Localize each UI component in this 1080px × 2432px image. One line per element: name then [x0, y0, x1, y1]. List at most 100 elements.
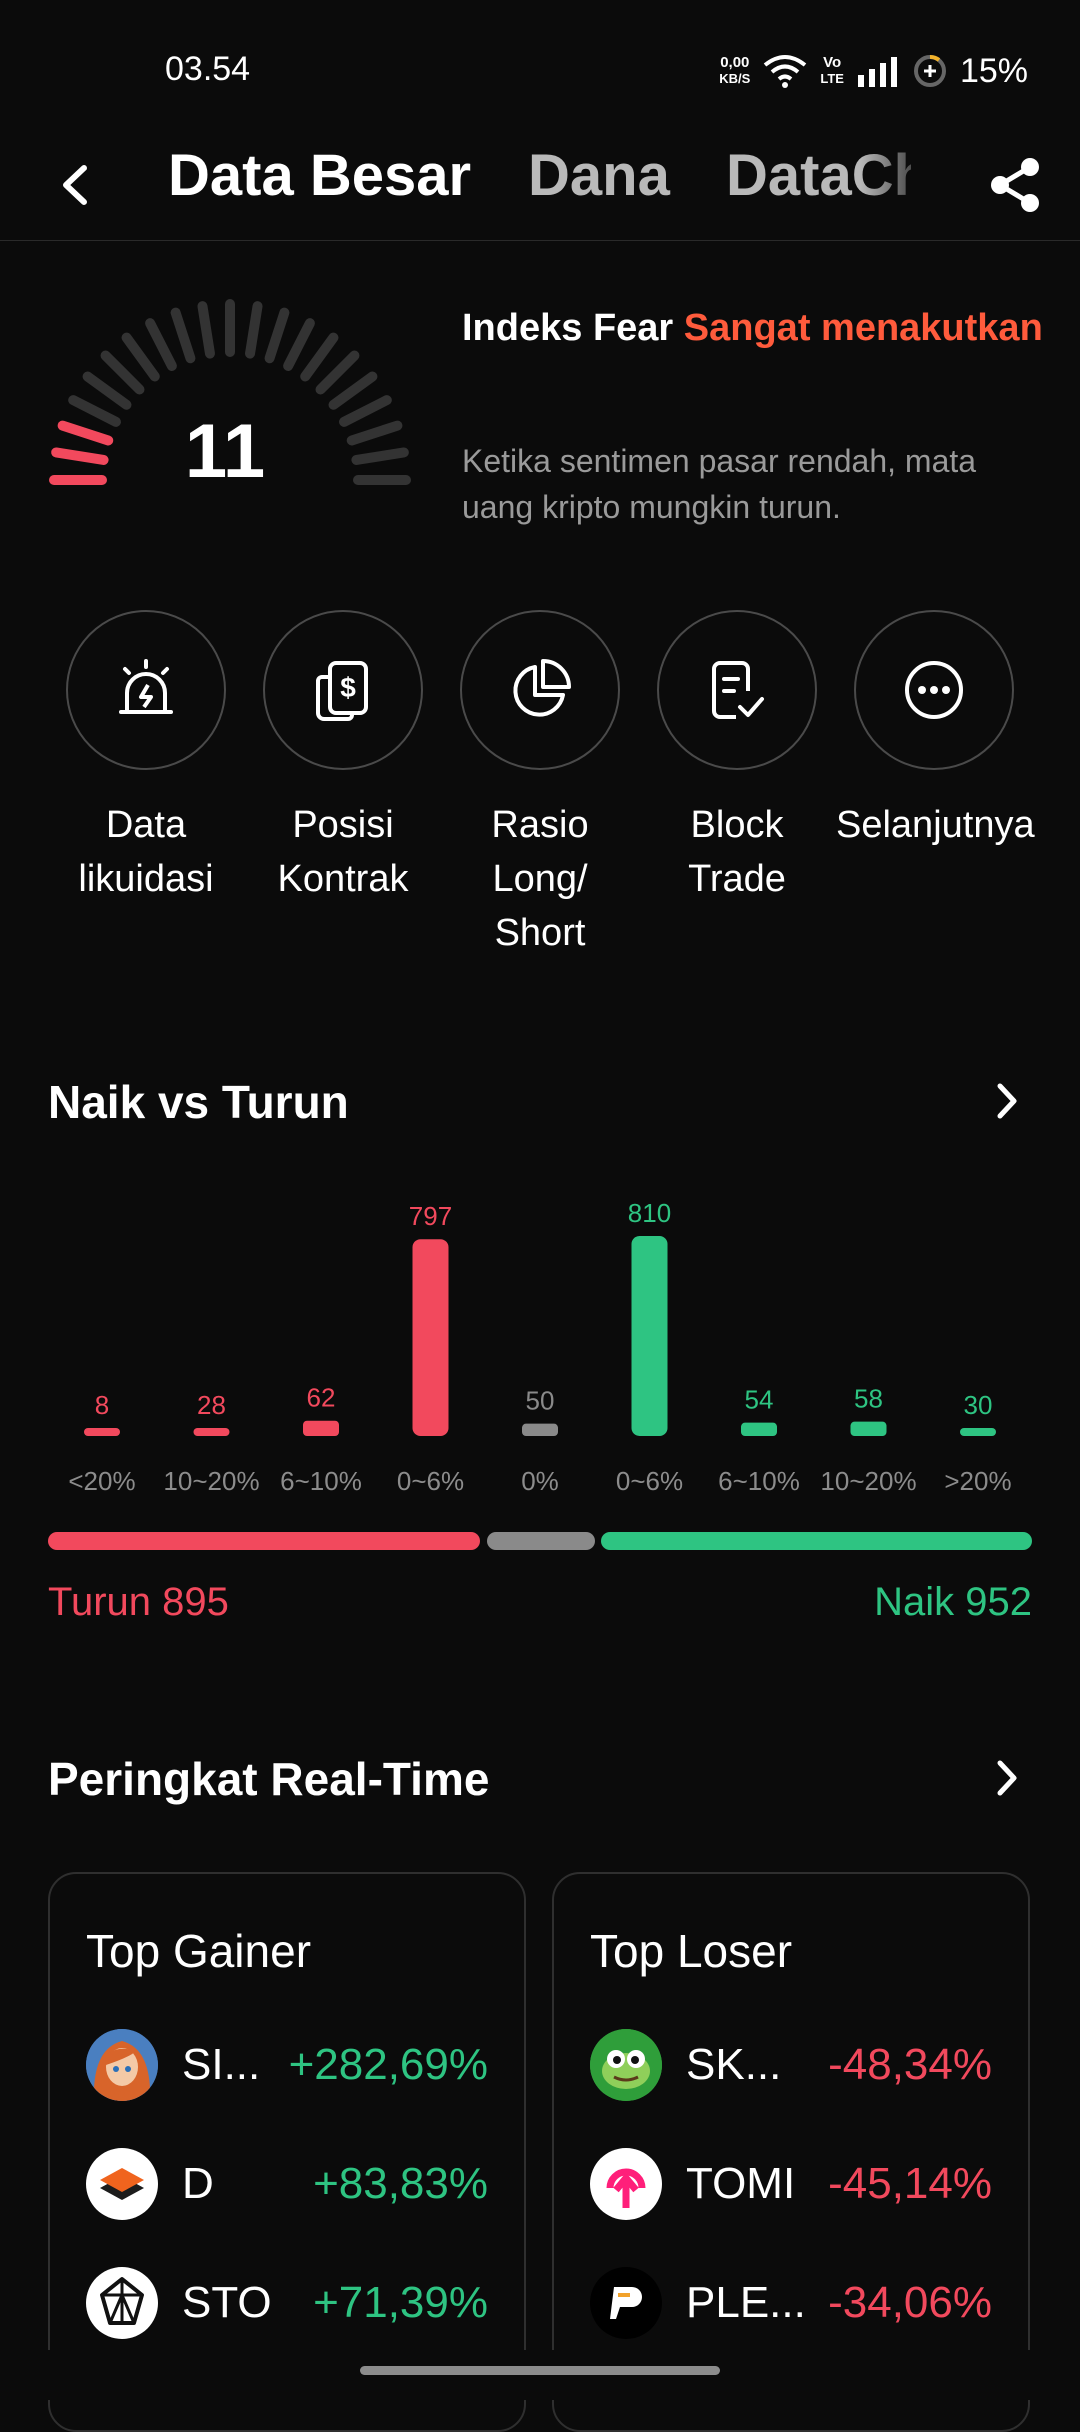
bar: [193, 1428, 230, 1436]
loser-change: -34,06%: [828, 2278, 992, 2327]
shortcut-label: Rasio Long/ Short: [491, 804, 589, 954]
shortcut-circle: $: [263, 610, 423, 770]
bar-value-label: 50: [526, 1386, 555, 1416]
gainer-change: +71,39%: [313, 2278, 488, 2327]
shortcut-long-short-ratio[interactable]: Rasio Long/ Short: [442, 610, 638, 960]
bar-category-label: 6~10%: [280, 1466, 362, 1496]
tomi-logo-icon: [590, 2148, 662, 2220]
gauge-segment: [328, 371, 378, 410]
fear-index-description: Ketika sentimen pasar rendah, mata uang …: [462, 443, 977, 525]
bar-value-label: 58: [854, 1384, 883, 1414]
network-speed-unit: KB/S: [719, 71, 751, 86]
bar-value-label: 28: [197, 1390, 226, 1420]
shortcut-label: Block Trade: [688, 804, 786, 900]
split-bar-flat: [487, 1532, 595, 1550]
volte-icon: Vo LTE: [820, 55, 844, 87]
tab-dana[interactable]: Dana: [528, 142, 670, 209]
bar-category-label: 10~20%: [163, 1466, 259, 1496]
shortcut-grid: Data likuidasi $ Posisi Kontrak Rasio Lo…: [0, 610, 1080, 954]
bar-category-label: 0~6%: [616, 1466, 683, 1496]
battery-percent: 15%: [959, 51, 1028, 90]
dollar-document-icon: $: [316, 661, 368, 721]
network-speed-value: 0,00: [720, 54, 750, 71]
shortcut-contract-position[interactable]: $ Posisi Kontrak: [245, 610, 441, 906]
gauge-segment: [197, 301, 215, 359]
gainer-name: SI...: [182, 2040, 261, 2089]
fear-level: Sangat menakutkan: [683, 307, 1043, 349]
bar-value-label: 797: [409, 1201, 452, 1231]
shortcut-circle: [854, 610, 1014, 770]
shortcut-block-trade[interactable]: Block Trade: [639, 610, 835, 906]
loser-name: TOMI: [686, 2159, 796, 2208]
signal-icon: [857, 57, 897, 87]
shortcut-more[interactable]: Selanjutnya: [836, 610, 1035, 852]
status-bar: 03.54 0,00 KB/S Vo LTE 15%: [0, 0, 1080, 130]
volte-bottom: LTE: [820, 71, 844, 86]
gauge-segment: [264, 307, 290, 364]
gauge-segment: [351, 447, 409, 465]
anime-avatar-icon: [86, 2029, 158, 2101]
more-icon: [905, 661, 963, 719]
gauge-segment: [346, 420, 403, 446]
gainer-row[interactable]: STO +71,39%: [86, 2266, 488, 2340]
tab-data-besar[interactable]: Data Besar: [168, 142, 471, 209]
rise-fall-title: Naik vs Turun: [48, 1076, 349, 1128]
gainer-name: STO: [182, 2278, 272, 2327]
bar-category-label: 0~6%: [397, 1466, 464, 1496]
bar: [960, 1428, 996, 1436]
top-gainer-card[interactable]: Top Gainer SI... +282,69% D +83,83% STO …: [48, 1872, 526, 2432]
bar: [741, 1422, 777, 1436]
loser-row[interactable]: PLE... -34,06%: [590, 2266, 992, 2340]
shortcut-label: Selanjutnya: [836, 804, 1035, 846]
rise-fall-bar-chart: 8 <20% 28 10~20% 62 6~10% 797 0~6% 50 0% 810 0~6% 54…: [68, 1198, 1011, 1496]
gainer-row[interactable]: SI... +282,69%: [86, 2028, 488, 2102]
shortcut-liquidation[interactable]: Data likuidasi: [48, 610, 244, 906]
loser-name: SK...: [686, 2040, 782, 2089]
bar-category-label: 6~10%: [718, 1466, 800, 1496]
loser-name: PLE...: [686, 2278, 806, 2327]
ranking-arrow-icon[interactable]: [988, 1753, 1028, 1803]
gauge-segment: [339, 395, 392, 427]
shortcut-circle: [657, 610, 817, 770]
checklist-icon: [712, 661, 764, 719]
gauge-segment: [315, 350, 360, 395]
shortcut-label: Data likuidasi: [78, 804, 214, 900]
alarm-icon: [119, 659, 173, 714]
bar: [631, 1236, 668, 1436]
loser-change: -45,14%: [828, 2159, 992, 2208]
p-logo-icon: [590, 2267, 662, 2339]
fear-index-value: 11: [184, 409, 266, 494]
volte-top: Vo: [823, 54, 842, 71]
status-icons: 0,00 KB/S Vo LTE 15%: [719, 46, 1028, 96]
bar: [84, 1428, 120, 1436]
shortcut-circle: [460, 610, 620, 770]
loser-change: -48,34%: [828, 2040, 992, 2089]
status-time: 03.54: [165, 50, 251, 88]
stack-logo-icon: [86, 2148, 158, 2220]
gauge-segment: [100, 350, 145, 395]
down-count-label: Turun 895: [48, 1580, 229, 1624]
split-bar-down: [48, 1532, 480, 1550]
gainer-change: +282,69%: [288, 2040, 488, 2089]
loser-row[interactable]: SK... -48,34%: [590, 2028, 992, 2102]
gauge-segment: [170, 307, 196, 364]
gainer-row[interactable]: D +83,83%: [86, 2147, 488, 2221]
gauge-segment: [68, 395, 121, 427]
gainer-name: D: [182, 2159, 214, 2208]
bar-value-label: 62: [307, 1383, 336, 1413]
tab-fade: [860, 130, 970, 238]
bar-value-label: 810: [628, 1198, 671, 1228]
gauge-segment: [283, 318, 315, 371]
battery-saver-icon: [913, 55, 946, 87]
home-indicator[interactable]: [360, 2366, 720, 2375]
top-loser-card[interactable]: Top Loser SK... -48,34% TOMI -45,14% PLE…: [552, 1872, 1030, 2432]
fear-index-title: Indeks Fear Sangat menakutkan: [462, 300, 1052, 356]
share-icon[interactable]: [984, 150, 1048, 220]
shortcut-label: Posisi Kontrak: [277, 804, 409, 900]
rise-fall-arrow-icon[interactable]: [988, 1076, 1028, 1126]
back-chevron-icon[interactable]: [48, 150, 108, 220]
loser-row[interactable]: TOMI -45,14%: [590, 2147, 992, 2221]
gainer-change: +83,83%: [313, 2159, 488, 2208]
pie-chart-icon: [513, 659, 571, 717]
shortcut-circle: [66, 610, 226, 770]
